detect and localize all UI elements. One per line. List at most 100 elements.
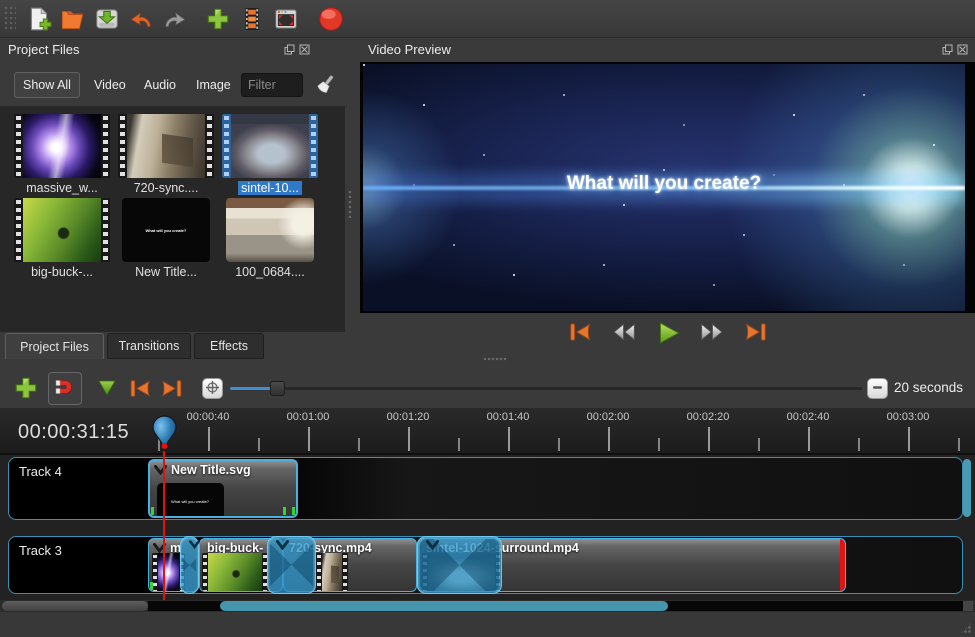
- playhead-marker[interactable]: [151, 415, 178, 455]
- add-track-icon: [13, 375, 39, 401]
- clear-filter-button[interactable]: [306, 71, 334, 99]
- panel-tabs: Project Files Transitions Effects: [0, 332, 345, 360]
- ruler-tick: [708, 427, 710, 451]
- float-panel-icon[interactable]: [942, 44, 953, 55]
- rewind-icon: [609, 319, 639, 345]
- zoom-slider[interactable]: [230, 387, 862, 390]
- zoom-slider-fill: [230, 387, 272, 390]
- chevron-down-icon[interactable]: [154, 465, 167, 475]
- transition-3[interactable]: [417, 536, 502, 594]
- save-project-button[interactable]: [91, 3, 123, 35]
- transition-1[interactable]: [180, 536, 199, 594]
- snapping-toggle-button[interactable]: [48, 372, 82, 405]
- add-track-button[interactable]: [12, 375, 40, 403]
- undo-button[interactable]: [125, 3, 157, 35]
- export-video-button[interactable]: [315, 3, 347, 35]
- ruler-tick: [808, 427, 810, 451]
- jump-to-end-icon: [741, 319, 771, 345]
- next-marker-button[interactable]: [158, 376, 186, 402]
- ruler-tick-label: 00:02:40: [787, 411, 830, 423]
- vertical-scrollbar-thumb[interactable]: [963, 459, 971, 517]
- zoom-out-button[interactable]: [867, 378, 888, 399]
- ruler-tick: [258, 438, 260, 451]
- project-files-header: Project Files: [0, 38, 345, 62]
- filter-tab-audio[interactable]: Audio: [138, 72, 182, 98]
- import-files-icon: [205, 6, 231, 32]
- clip-end-marker[interactable]: [840, 539, 845, 591]
- clip-new-title[interactable]: New Title.svg What will you create?: [148, 459, 298, 518]
- status-strip: [0, 612, 975, 637]
- choose-profile-button[interactable]: [236, 3, 268, 35]
- jump-to-end-button[interactable]: [740, 319, 772, 347]
- window-resize-grip[interactable]: [960, 622, 972, 634]
- video-preview-header: Video Preview: [360, 38, 975, 62]
- filter-input[interactable]: [241, 73, 303, 97]
- video-frame: What will you create?: [363, 64, 965, 311]
- filter-tab-image[interactable]: Image: [190, 72, 237, 98]
- ruler-tick-label: 00:02:00: [587, 411, 630, 423]
- ruler-tick: [408, 427, 410, 451]
- video-title-text: What will you create?: [363, 173, 965, 195]
- new-project-button[interactable]: [23, 3, 55, 35]
- horizontal-scrollbar-thumb[interactable]: [220, 601, 668, 611]
- playhead-line: [163, 451, 165, 600]
- filter-tab-show-all[interactable]: Show All: [14, 72, 80, 98]
- ruler-tick: [458, 438, 460, 451]
- tab-transitions[interactable]: Transitions: [107, 333, 191, 359]
- close-panel-icon[interactable]: [957, 44, 968, 55]
- float-panel-icon[interactable]: [284, 44, 295, 55]
- transition-2[interactable]: [267, 536, 316, 594]
- next-marker-icon: [158, 376, 186, 401]
- ruler-tick: [658, 438, 660, 451]
- chevron-down-icon[interactable]: [276, 540, 289, 550]
- file-item-big-buck[interactable]: big-buck-...: [14, 198, 110, 279]
- ruler-tick: [858, 438, 860, 451]
- tab-effects[interactable]: Effects: [194, 333, 264, 359]
- jump-to-start-button[interactable]: [564, 319, 596, 347]
- file-thumbnail: What will you create?: [122, 198, 210, 262]
- chevron-down-icon[interactable]: [426, 540, 439, 550]
- ruler-tick: [308, 427, 310, 451]
- previous-marker-button[interactable]: [126, 376, 154, 402]
- rewind-button[interactable]: [608, 319, 640, 347]
- fullscreen-button[interactable]: [270, 3, 302, 35]
- ruler-tick: [508, 427, 510, 451]
- play-button[interactable]: [652, 319, 684, 347]
- file-item-100-0684[interactable]: 100_0684....: [222, 198, 318, 279]
- tab-project-files[interactable]: Project Files: [5, 333, 104, 359]
- video-preview-area[interactable]: What will you create?: [360, 62, 975, 313]
- project-files-panel: Project Files Show All Video Audio Image…: [0, 38, 345, 370]
- ruler-tick-label: 00:01:00: [287, 411, 330, 423]
- add-marker-button[interactable]: [94, 377, 120, 401]
- ruler-tick-label: 00:01:20: [387, 411, 430, 423]
- fast-forward-icon: [697, 319, 727, 345]
- export-video-icon: [317, 5, 345, 33]
- redo-icon: [162, 6, 188, 32]
- file-item-sintel[interactable]: sintel-10...: [222, 114, 318, 195]
- zoom-slider-handle[interactable]: [270, 381, 285, 396]
- file-thumbnail: [14, 114, 110, 178]
- chevron-down-icon[interactable]: [189, 540, 200, 549]
- file-thumbnail: [118, 114, 214, 178]
- import-files-button[interactable]: [202, 3, 234, 35]
- panel-splitter-vertical[interactable]: [348, 190, 352, 218]
- center-playhead-button[interactable]: [202, 378, 223, 399]
- ruler-tick: [558, 438, 560, 451]
- jump-to-start-icon: [565, 319, 595, 345]
- close-panel-icon[interactable]: [299, 44, 310, 55]
- tracks-vertical-scrollbar[interactable]: [963, 457, 971, 598]
- ruler-tick-label: 00:02:20: [687, 411, 730, 423]
- file-item-720-sync[interactable]: 720-sync....: [118, 114, 214, 195]
- file-label-selected: sintel-10...: [222, 181, 318, 195]
- ruler-tick: [758, 438, 760, 451]
- toolbar-drag-handle[interactable]: [4, 6, 16, 32]
- redo-button[interactable]: [159, 3, 191, 35]
- file-item-new-title[interactable]: What will you create? New Title...: [118, 198, 214, 279]
- open-project-button[interactable]: [57, 3, 89, 35]
- filter-tab-video[interactable]: Video: [88, 72, 132, 98]
- fast-forward-button[interactable]: [696, 319, 728, 347]
- file-label: big-buck-...: [14, 265, 110, 279]
- file-item-massive[interactable]: massive_w...: [14, 114, 110, 195]
- timeline-ruler[interactable]: 00:00:31:15 00:00:40 00:01:00 00:01:20 0…: [0, 408, 975, 455]
- timeline-horizontal-scrollbar[interactable]: [0, 600, 975, 612]
